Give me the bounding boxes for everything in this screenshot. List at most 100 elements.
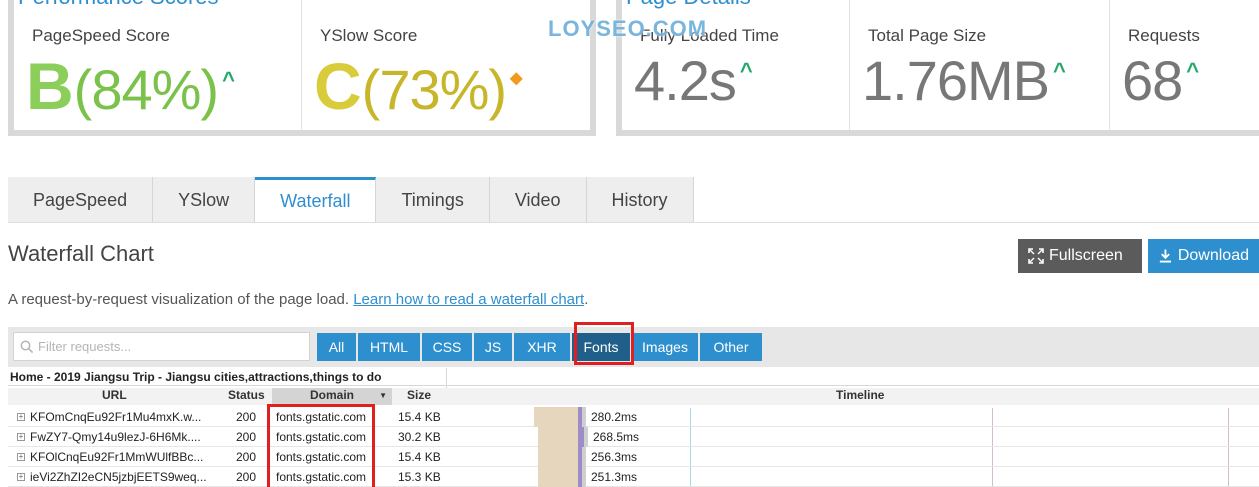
fullscreen-button[interactable]: Fullscreen	[1018, 239, 1142, 273]
timeline-content-bar	[582, 447, 586, 467]
row-url: ieVi2ZhZI2eCN5jzbjEETS9weq...	[30, 470, 207, 484]
url-column-header[interactable]: URL	[102, 388, 127, 405]
filter-js-button[interactable]: JS	[474, 333, 512, 361]
tab-pagespeed[interactable]: PageSpeed	[8, 177, 154, 223]
row-status: 200	[236, 470, 257, 484]
tab-yslow[interactable]: YSlow	[153, 177, 256, 223]
trend-up-icon: ^	[222, 67, 235, 93]
size-column-header[interactable]: Size	[407, 388, 431, 405]
description-text: A request-by-request visualization of th…	[8, 291, 350, 308]
filter-placeholder: Filter requests...	[38, 339, 132, 354]
sort-down-icon: ▼	[379, 391, 387, 400]
fully-loaded-time-value: 4.2s ^	[634, 48, 753, 113]
timeline-wait-bar	[538, 467, 578, 487]
total-page-size-label: Total Page Size	[868, 26, 987, 45]
row-status: 200	[236, 430, 257, 444]
pagespeed-grade: B	[26, 49, 74, 123]
row-size: 15.4 KB	[398, 450, 441, 464]
timeline-wait-bar	[538, 427, 578, 447]
fullscreen-label: Fullscreen	[1049, 247, 1123, 264]
row-url: KFOlCnqEu92Fr1MmWUlfBBc...	[30, 450, 204, 464]
expand-icon[interactable]: +	[17, 453, 25, 461]
learn-waterfall-link[interactable]: Learn how to read a waterfall chart	[353, 291, 584, 308]
table-row[interactable]: + FwZY7-Qmy14u9lezJ-6H6Mk.... 200 fonts.…	[8, 427, 1259, 447]
timeline-wait-bar	[538, 447, 578, 467]
timeline-wait-bar	[534, 407, 578, 427]
filter-xhr-button[interactable]: XHR	[514, 333, 570, 361]
table-row[interactable]: + KFOlCnqEu92Fr1MmWUlfBBc... 200 fonts.g…	[8, 447, 1259, 467]
status-column-header[interactable]: Status	[228, 388, 265, 405]
pagespeed-percent: (84%)	[73, 58, 219, 121]
waterfall-description: A request-by-request visualization of th…	[8, 291, 588, 308]
yslow-grade: C	[314, 49, 362, 123]
tab-video[interactable]: Video	[489, 177, 587, 223]
yslow-score-value: C(73%) ◆	[314, 48, 522, 124]
filter-all-button[interactable]: All	[317, 333, 356, 361]
waterfall-table: Home - 2019 Jiangsu Trip - Jiangsu citie…	[8, 368, 1259, 487]
yslow-score-metric[interactable]: YSlow Score C(73%) ◆	[302, 0, 590, 130]
row-time: 251.3ms	[591, 470, 638, 484]
requests-value: 68 ^	[1122, 48, 1199, 113]
domain-highlight-box	[267, 404, 375, 487]
requests-label: Requests	[1128, 26, 1200, 45]
total-page-size-metric[interactable]: Total Page Size 1.76MB ^	[850, 0, 1110, 130]
fonts-highlight-box	[574, 322, 634, 365]
timeline-content-bar	[584, 427, 588, 447]
pagespeed-score-label: PageSpeed Score	[32, 26, 170, 45]
download-label: Download	[1177, 247, 1249, 264]
domain-column-label: Domain	[310, 388, 355, 402]
row-size: 30.2 KB	[398, 430, 441, 444]
timeline-content-bar	[582, 407, 586, 427]
download-icon	[1159, 249, 1171, 263]
row-time: 256.3ms	[591, 450, 638, 464]
domain-column-header[interactable]: Domain ▼	[272, 388, 392, 405]
neutral-diamond-icon: ◆	[510, 70, 522, 88]
waterfall-chart-title: Waterfall Chart	[8, 241, 154, 266]
download-button[interactable]: Download	[1148, 239, 1259, 273]
timeline-column-header[interactable]: Timeline	[836, 388, 884, 405]
fullscreen-icon	[1028, 248, 1044, 264]
row-url: FwZY7-Qmy14u9lezJ-6H6Mk....	[30, 430, 201, 444]
title-rule	[8, 385, 1259, 386]
row-url: KFOmCnqEu92Fr1Mu4mxK.w...	[30, 410, 202, 424]
waterfall-page-title: Home - 2019 Jiangsu Trip - Jiangsu citie…	[10, 370, 382, 384]
watermark-logo: LOYSEO.COM	[548, 16, 708, 41]
expand-icon[interactable]: +	[17, 433, 25, 441]
requests-metric[interactable]: Requests 68 ^	[1110, 0, 1259, 130]
fully-loaded-time-number: 4.2s	[634, 49, 737, 112]
requests-number: 68	[1122, 49, 1183, 112]
performance-scores-panel: Performance Scores PageSpeed Score B(84%…	[8, 0, 596, 136]
trend-up-icon: ^	[1053, 58, 1066, 84]
filter-requests-input[interactable]: Filter requests...	[13, 332, 310, 361]
table-row[interactable]: + KFOmCnqEu92Fr1Mu4mxK.w... 200 fonts.gs…	[8, 407, 1259, 427]
yslow-score-label: YSlow Score	[320, 26, 418, 45]
row-size: 15.3 KB	[398, 470, 441, 484]
pagespeed-score-value: B(84%) ^	[26, 48, 235, 124]
column-header-row	[8, 388, 1259, 405]
row-status: 200	[236, 450, 257, 464]
tab-timings[interactable]: Timings	[376, 177, 490, 223]
row-status: 200	[236, 410, 257, 424]
row-size: 15.4 KB	[398, 410, 441, 424]
tab-history[interactable]: History	[586, 177, 694, 223]
trend-up-icon: ^	[739, 58, 753, 84]
row-time: 280.2ms	[591, 410, 638, 424]
total-page-size-value: 1.76MB ^	[862, 48, 1066, 113]
pagespeed-score-metric[interactable]: PageSpeed Score B(84%) ^	[14, 0, 302, 130]
filter-css-button[interactable]: CSS	[422, 333, 472, 361]
filter-other-button[interactable]: Other	[700, 333, 762, 361]
page-details-panel: Page Details Fully Loaded Time 4.2s^ Tot…	[616, 0, 1259, 136]
tab-divider	[8, 222, 1259, 223]
filter-images-button[interactable]: Images	[632, 333, 698, 361]
expand-icon[interactable]: +	[17, 413, 25, 421]
total-page-size-number: 1.76MB	[862, 49, 1050, 112]
filter-html-button[interactable]: HTML	[358, 333, 420, 361]
row-time: 268.5ms	[593, 430, 640, 444]
tab-waterfall[interactable]: Waterfall	[255, 177, 377, 223]
description-end: .	[584, 291, 589, 308]
table-row[interactable]: + ieVi2ZhZI2eCN5jzbjEETS9weq... 200 font…	[8, 467, 1259, 487]
expand-icon[interactable]: +	[17, 473, 25, 481]
yslow-percent: (73%)	[361, 58, 507, 121]
report-tabs: PageSpeed YSlow Waterfall Timings Video …	[8, 177, 694, 223]
trend-up-icon: ^	[1186, 58, 1199, 84]
